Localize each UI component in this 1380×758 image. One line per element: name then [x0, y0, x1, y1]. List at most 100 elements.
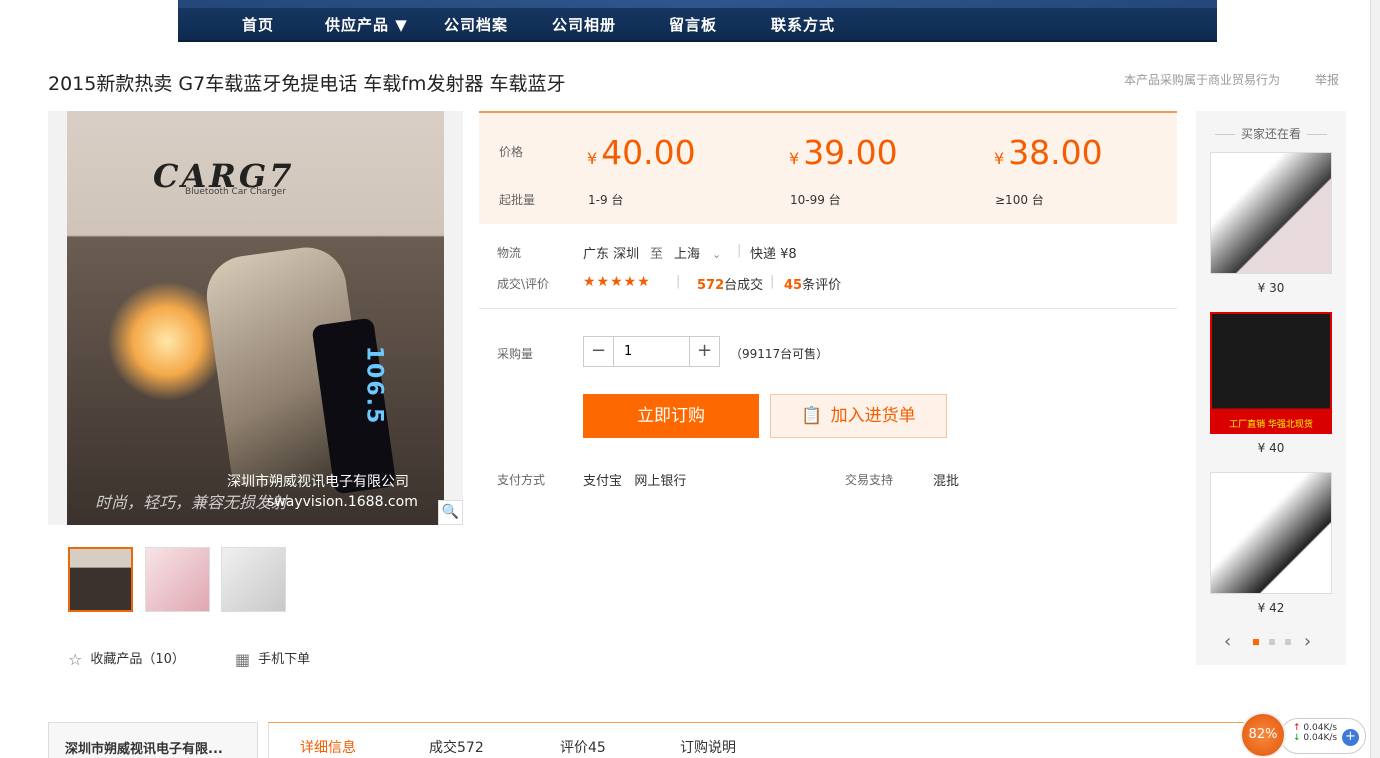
clipboard-icon: 📋 — [801, 406, 823, 426]
side-pager: ‹ › — [1224, 631, 1319, 652]
nav-company-profile[interactable]: 公司档案 — [444, 14, 508, 35]
arrow-down-icon: ↓ — [1293, 733, 1301, 743]
mobile-order[interactable]: ▦ 手机下单 — [235, 648, 310, 669]
qty-tier-3: ≥100 台 — [995, 193, 1044, 207]
rating-stars: ★★★★★ — [583, 274, 651, 290]
nav-products[interactable]: 供应产品 ▼ — [325, 14, 408, 35]
increase-button[interactable]: + — [690, 337, 719, 366]
separator: | — [770, 274, 775, 289]
brand-subtitle: Bluetooth Car Charger — [185, 187, 286, 197]
side-price-3: ¥ 42 — [1257, 601, 1285, 615]
nav-album[interactable]: 公司相册 — [552, 14, 616, 35]
currency-symbol: ¥ — [789, 149, 800, 168]
purchase-qty-label: 采购量 — [497, 347, 534, 361]
mobile-order-label: 手机下单 — [258, 652, 311, 667]
buy-now-button[interactable]: 立即订购 — [583, 394, 759, 438]
thumbnail-1[interactable] — [68, 547, 133, 612]
price-tier-2: ¥39.00 — [789, 133, 898, 172]
payment-methods: 支付宝 网上银行 — [583, 474, 687, 489]
favorite-label: 收藏产品（10） — [90, 652, 185, 667]
network-speed-widget[interactable]: ↑ 0.04K/s ↓ 0.04K/s + 82% — [1240, 712, 1366, 758]
sold-count[interactable]: 572台成交 — [697, 274, 763, 293]
trade-support-value: 混批 — [933, 474, 960, 489]
side-product-1[interactable] — [1210, 152, 1332, 274]
nav-message-board[interactable]: 留言板 — [669, 14, 717, 35]
trade-note: 本产品采购属于商业贸易行为 — [1124, 73, 1281, 87]
memory-percent: 82% — [1240, 712, 1286, 758]
company-name-box[interactable]: 深圳市朔威视讯电子有限... — [48, 722, 258, 758]
sold-number: 572 — [697, 278, 725, 293]
favorite-product[interactable]: ☆ 收藏产品（10） — [68, 648, 185, 669]
stock-available: （99117台可售） — [730, 347, 829, 361]
buyers-also-view: 买家还在看 ¥ 30 工厂直销 华强北现货 ¥ 40 ¥ 42 ‹ › — [1196, 111, 1346, 665]
download-value: 0.04K/s — [1303, 733, 1338, 743]
star-outline-icon: ☆ — [68, 650, 83, 669]
tab-reviews[interactable]: 评价45 — [560, 737, 606, 757]
separator: | — [737, 243, 742, 258]
price-tier-1: ¥40.00 — [587, 133, 696, 172]
price-value: 38.00 — [1008, 133, 1103, 172]
ship-to-word: 至 — [650, 247, 664, 262]
ship-to-select[interactable]: 上海 ⌄ — [674, 243, 721, 262]
payment-label: 支付方式 — [497, 473, 546, 487]
side-title: 买家还在看 — [1196, 125, 1346, 142]
quantity-input[interactable] — [613, 337, 690, 366]
price-label: 价格 — [499, 145, 524, 159]
separator: | — [676, 274, 681, 289]
currency-symbol: ¥ — [994, 149, 1005, 168]
review-count[interactable]: 45条评价 — [784, 274, 841, 293]
currency-symbol: ¥ — [587, 149, 598, 168]
quantity-stepper: − + — [583, 336, 720, 367]
side-product-2[interactable]: 工厂直销 华强北现货 — [1210, 312, 1332, 434]
pager-dot-1[interactable] — [1253, 639, 1259, 645]
device-frequency: 106.5 — [361, 345, 387, 426]
side-price-2: ¥ 40 — [1257, 441, 1285, 455]
plus-icon[interactable]: + — [1342, 729, 1359, 746]
upload-value: 0.04K/s — [1303, 723, 1338, 733]
image-url: swayvision.1688.com — [267, 494, 418, 510]
top-nav-bar: 首页 供应产品 ▼ 公司档案 公司相册 留言板 联系方式 — [178, 0, 1217, 42]
review-number: 45 — [784, 278, 803, 293]
side-product-caption: 工厂直销 华强北现货 — [1229, 420, 1313, 430]
thumbnail-3[interactable] — [221, 547, 286, 612]
vertical-scrollbar[interactable] — [1370, 0, 1380, 758]
logistics-label: 物流 — [497, 246, 522, 260]
tab-transactions[interactable]: 成交572 — [429, 737, 484, 757]
detail-tabs: 详细信息 成交572 评价45 订购说明 — [268, 722, 1248, 758]
chevron-left-icon[interactable]: ‹ — [1224, 631, 1231, 652]
qty-tier-1: 1-9 台 — [588, 193, 624, 207]
sold-suffix: 台成交 — [724, 278, 764, 293]
ship-to-value: 上海 — [674, 247, 701, 262]
trade-support-label: 交易支持 — [845, 473, 894, 487]
qty-tier-2: 10-99 台 — [790, 193, 841, 207]
decrease-button[interactable]: − — [584, 337, 613, 366]
pager-dot-2[interactable] — [1269, 639, 1275, 645]
ship-from: 广东 深圳 — [583, 247, 640, 262]
side-product-3[interactable] — [1210, 472, 1332, 594]
express-fee: 快递 ¥8 — [750, 247, 797, 262]
image-slogan: 时尚，轻巧，兼容无损发射 — [95, 493, 288, 512]
nav-stripe — [178, 0, 1217, 8]
divider — [479, 308, 1177, 309]
side-price-1: ¥ 30 — [1257, 281, 1285, 295]
main-product-image[interactable]: CARG7 Bluetooth Car Charger 106.5 深圳市朔威视… — [67, 111, 444, 525]
chevron-right-icon[interactable]: › — [1304, 631, 1311, 652]
price-value: 39.00 — [803, 133, 898, 172]
add-to-cart-button[interactable]: 📋 加入进货单 — [770, 394, 947, 438]
product-title: 2015新款热卖 G7车载蓝牙免提电话 车载fm发射器 车载蓝牙 — [48, 73, 566, 95]
tab-details[interactable]: 详细信息 — [300, 737, 356, 757]
image-company-name: 深圳市朔威视讯电子有限公司 — [227, 474, 409, 490]
pager-dot-3[interactable] — [1285, 639, 1291, 645]
tab-order-info[interactable]: 订购说明 — [680, 737, 736, 757]
thumbnail-2[interactable] — [145, 547, 210, 612]
zoom-icon[interactable]: 🔍 — [438, 500, 463, 525]
review-suffix: 条评价 — [802, 278, 842, 293]
chevron-down-icon: ⌄ — [712, 248, 722, 261]
deals-label: 成交\评价 — [497, 277, 550, 291]
add-to-cart-label: 加入进货单 — [830, 406, 916, 426]
report-link[interactable]: 举报 — [1315, 71, 1339, 88]
nav-home[interactable]: 首页 — [242, 14, 274, 35]
min-order-label: 起批量 — [499, 193, 536, 207]
nav-contact[interactable]: 联系方式 — [771, 14, 835, 35]
price-tier-3: ¥38.00 — [994, 133, 1103, 172]
